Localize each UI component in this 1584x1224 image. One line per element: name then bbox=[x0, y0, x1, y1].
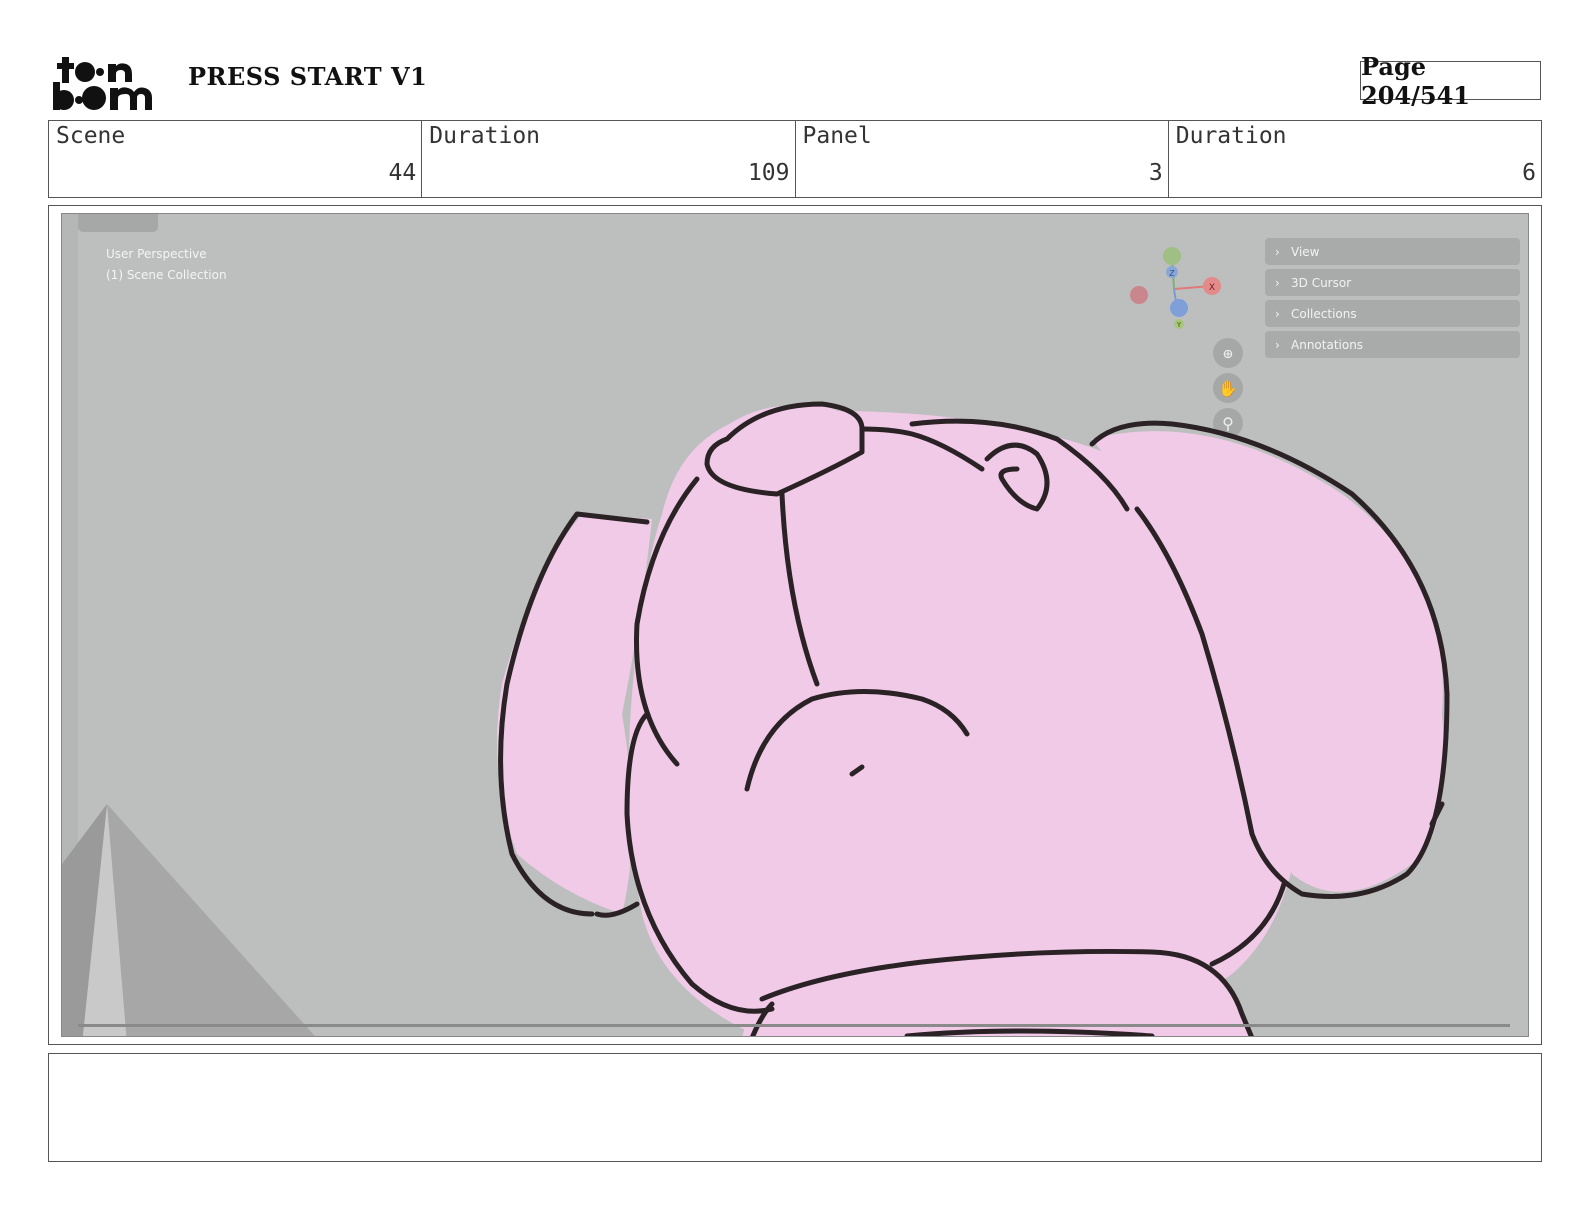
scene-label: Scene bbox=[56, 123, 126, 149]
scene-cell: Scene 44 bbox=[49, 121, 423, 197]
toon-boom-logo bbox=[53, 57, 152, 110]
panel-duration-label: Duration bbox=[1175, 123, 1287, 149]
panel-frame: User Perspective (1) Scene Collection › … bbox=[48, 205, 1542, 1045]
scene-duration-value: 109 bbox=[747, 160, 790, 186]
panel-image: User Perspective (1) Scene Collection › … bbox=[61, 213, 1529, 1037]
project-title: PRESS START V1 bbox=[188, 62, 428, 91]
panel-duration-cell: Duration 6 bbox=[1169, 121, 1541, 197]
panel-value: 3 bbox=[1148, 160, 1163, 186]
scene-duration-label: Duration bbox=[429, 123, 541, 149]
notes-box[interactable] bbox=[48, 1053, 1542, 1162]
panel-info-table: Scene 44 Duration 109 Panel 3 Duration 6 bbox=[48, 120, 1542, 198]
page-indicator: Page 204/541 bbox=[1360, 52, 1541, 110]
character-sketch bbox=[497, 401, 1450, 1036]
scene-value: 44 bbox=[388, 160, 417, 186]
scene-duration-cell: Duration 109 bbox=[422, 121, 796, 197]
viewport-bottom-bar bbox=[78, 1024, 1510, 1027]
panel-cell: Panel 3 bbox=[796, 121, 1169, 197]
panel-label: Panel bbox=[802, 123, 872, 149]
panel-duration-value: 6 bbox=[1522, 160, 1536, 186]
notes-text bbox=[49, 1054, 1541, 1070]
